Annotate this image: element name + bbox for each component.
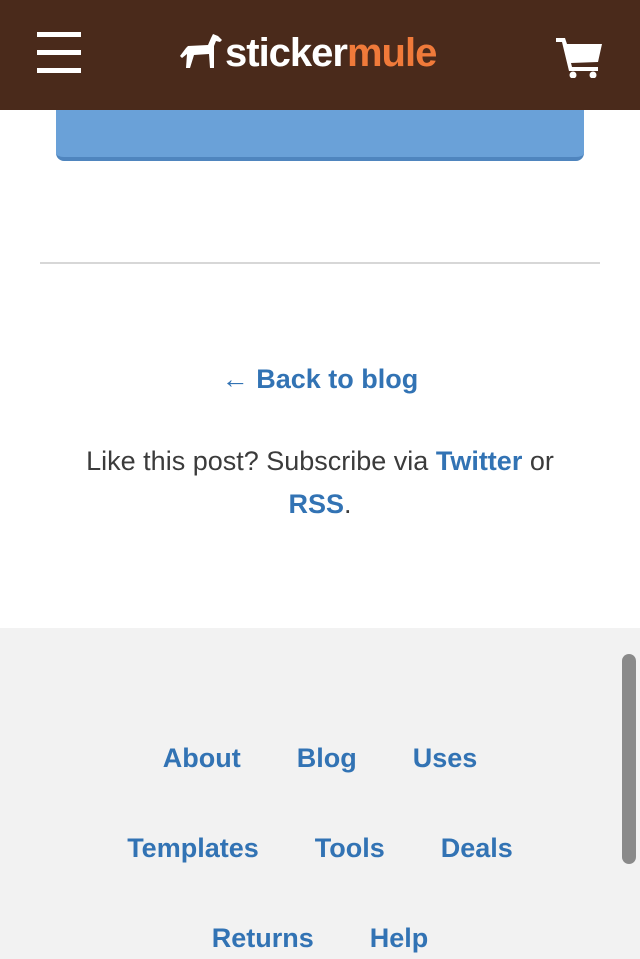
- subscribe-text: Like this post? Subscribe via Twitter or…: [60, 440, 580, 526]
- footer-links-row: About Blog Uses: [0, 738, 640, 778]
- footer-link-templates[interactable]: Templates: [127, 828, 259, 868]
- back-to-blog-link[interactable]: ← Back to blog: [0, 364, 640, 395]
- footer-link-uses[interactable]: Uses: [413, 738, 478, 778]
- logo-text-sticker: sticker: [225, 31, 348, 75]
- content-divider: [40, 262, 600, 264]
- logo-text-mule: mule: [346, 31, 437, 75]
- footer-link-help[interactable]: Help: [370, 918, 429, 958]
- footer-link-about[interactable]: About: [163, 738, 241, 778]
- subscribe-prefix: Like this post? Subscribe via: [86, 446, 436, 476]
- site-header: stickermule: [0, 0, 640, 110]
- stickermule-logo[interactable]: stickermule: [178, 30, 437, 76]
- scrollbar[interactable]: [622, 654, 636, 864]
- twitter-link[interactable]: Twitter: [436, 446, 523, 476]
- footer-link-returns[interactable]: Returns: [212, 918, 314, 958]
- footer-link-blog[interactable]: Blog: [297, 738, 357, 778]
- footer-link-tools[interactable]: Tools: [315, 828, 385, 868]
- footer-links-row: Templates Tools Deals: [0, 828, 640, 868]
- hamburger-menu-icon[interactable]: [37, 32, 81, 74]
- mule-icon: [180, 34, 222, 68]
- subscribe-or: or: [522, 446, 554, 476]
- primary-action-button[interactable]: [56, 110, 584, 161]
- subscribe-suffix: .: [344, 489, 352, 519]
- shopping-cart-icon[interactable]: [556, 36, 604, 79]
- footer-links-row: Returns Help: [0, 918, 640, 958]
- rss-link[interactable]: RSS: [288, 489, 344, 519]
- footer-link-deals[interactable]: Deals: [441, 828, 513, 868]
- site-footer: About Blog Uses Templates Tools Deals Re…: [0, 628, 640, 959]
